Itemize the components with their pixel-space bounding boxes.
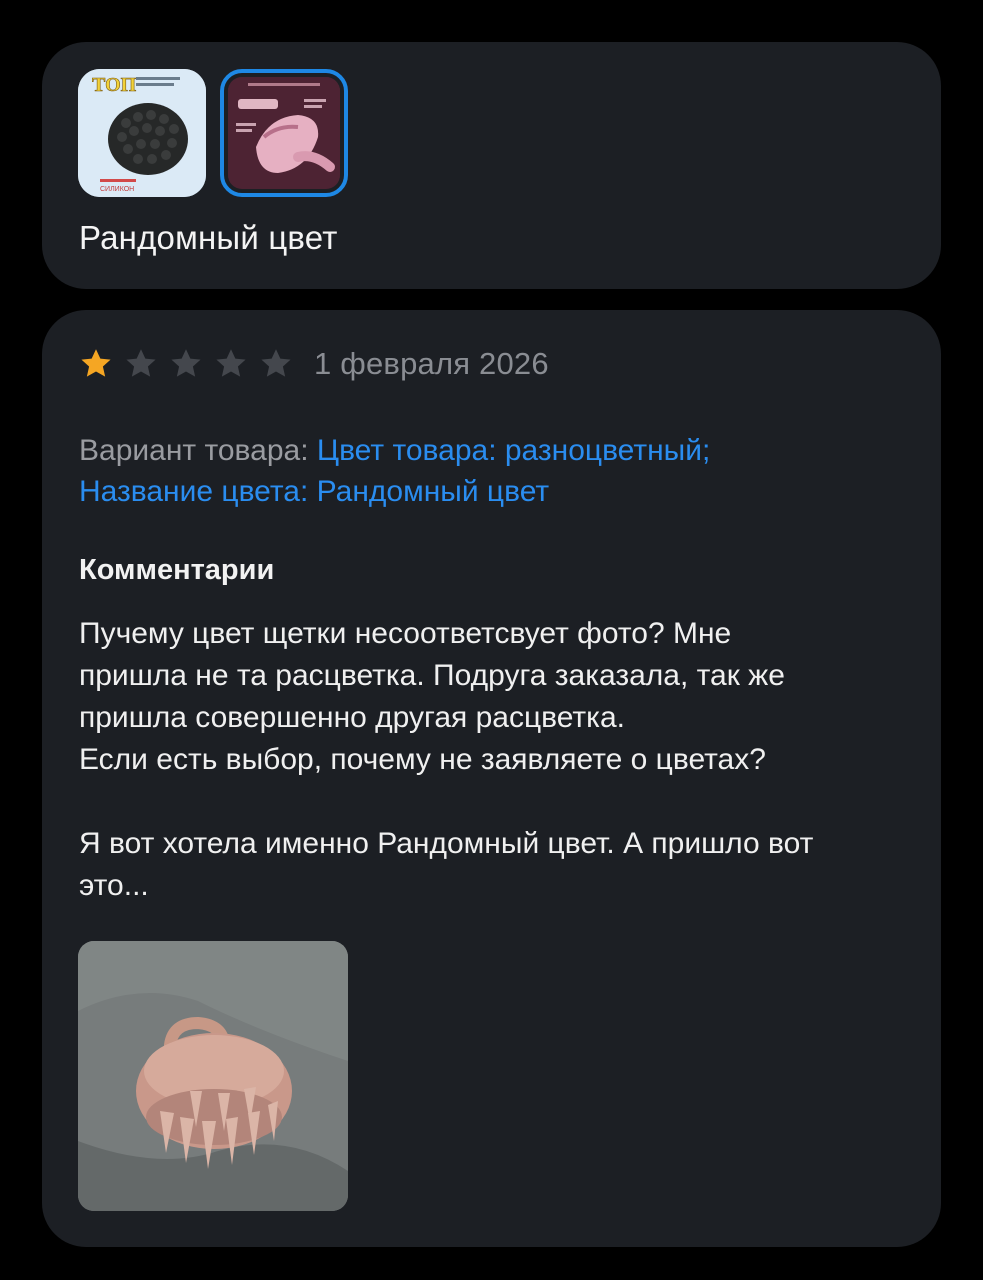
review-photo-pink-brush-icon [78, 941, 348, 1211]
product-photo-pink-brush-icon [228, 77, 340, 189]
star-empty-icon [123, 346, 159, 382]
variant-thumbnail-1[interactable]: ТОП СИЛИКОН [78, 69, 206, 197]
thumb-top-text: ТОП [92, 74, 137, 96]
variant-card: ТОП СИЛИКОН Рандомный цвет [42, 42, 941, 289]
variant-thumbnails: ТОП СИЛИКОН [78, 69, 348, 197]
product-variant-info: Вариант товара: Цвет товара: разноцветны… [79, 430, 899, 512]
comments-heading: Комментарии [79, 554, 275, 586]
variant-thumbnail-2-selected[interactable] [220, 69, 348, 197]
selected-variant-label: Рандомный цвет [79, 219, 338, 256]
star-empty-icon [258, 346, 294, 382]
star-empty-icon [168, 346, 204, 382]
variant-info-label: Вариант товара: [79, 434, 317, 467]
review-card: 1 февраля 2026 Вариант товара: Цвет това… [42, 310, 941, 1247]
variant-info-color-link[interactable]: Цвет товара: разноцветный; [317, 434, 710, 467]
review-date: 1 февраля 2026 [314, 346, 549, 381]
product-photo-black-brush-icon: ТОП СИЛИКОН [78, 69, 206, 197]
rating-row: 1 февраля 2026 [78, 346, 549, 382]
thumb-silicone-text: СИЛИКОН [100, 186, 134, 193]
review-photo[interactable] [78, 941, 348, 1211]
review-comment-text: Пучему цвет щетки несоответсвует фото? М… [79, 617, 814, 902]
variant-info-colorname-link[interactable]: Название цвета: Рандомный цвет [79, 475, 549, 508]
star-empty-icon [213, 346, 249, 382]
star-filled-icon [78, 346, 114, 382]
